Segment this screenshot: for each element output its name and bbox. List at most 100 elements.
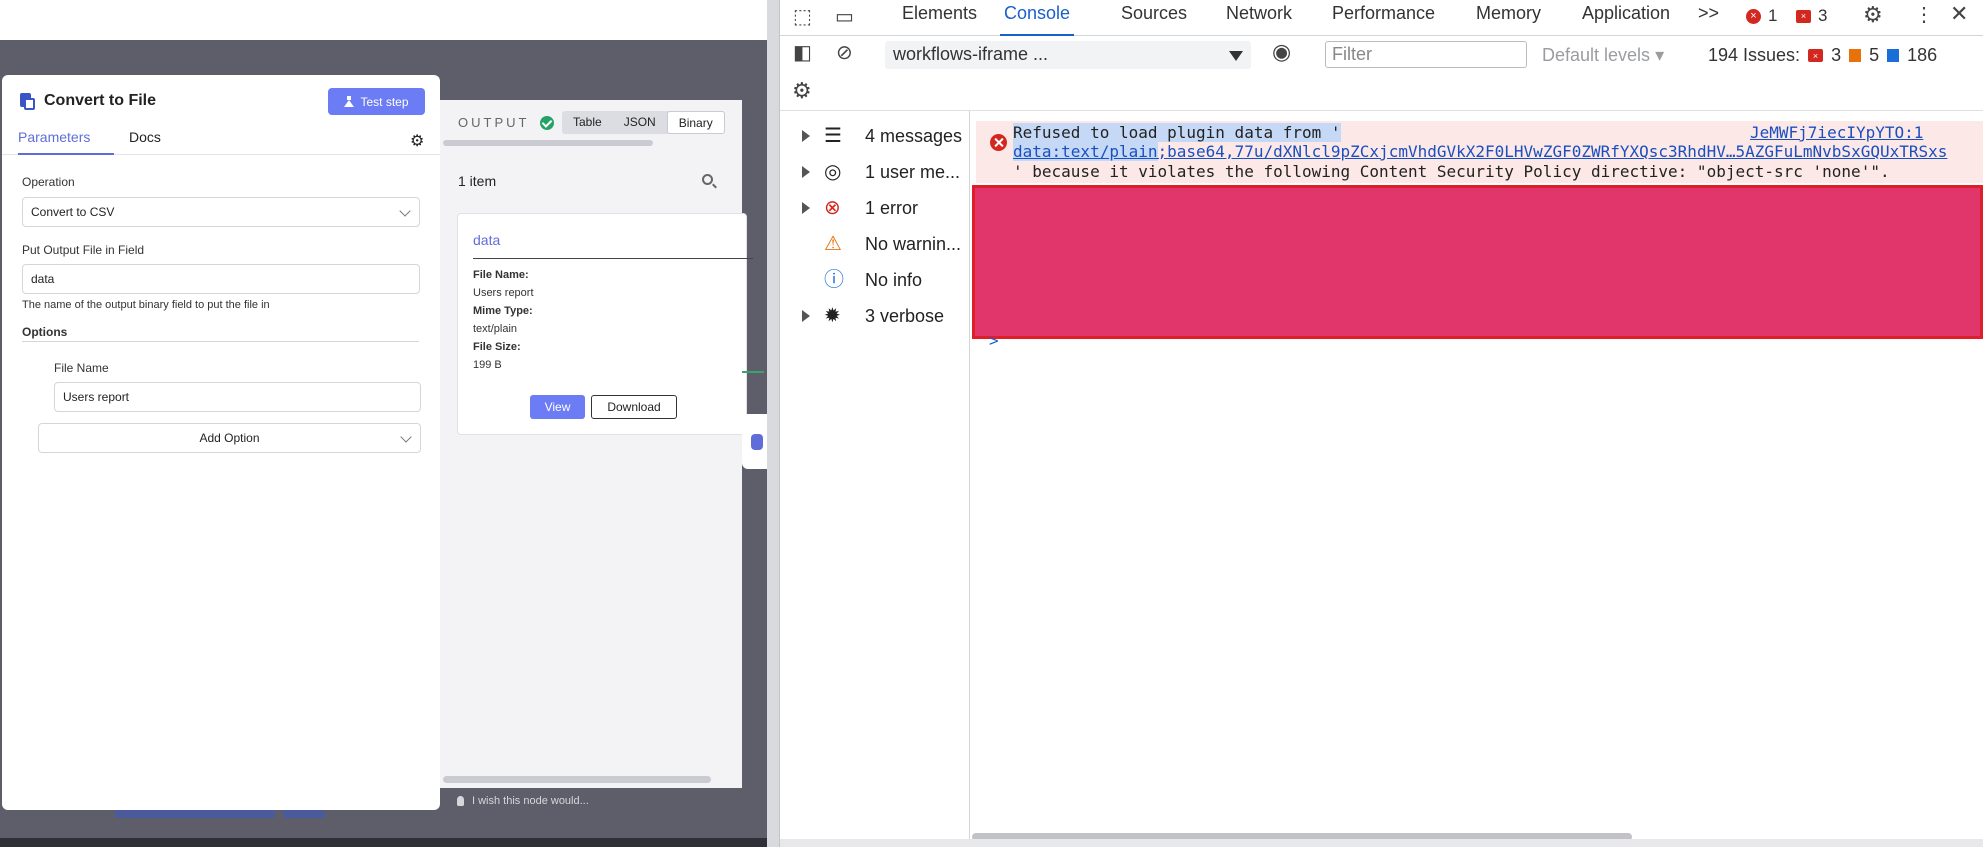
- log-levels-label: Default levels: [1542, 45, 1651, 65]
- tab-elements[interactable]: Elements: [902, 3, 977, 36]
- convert-file-icon: [18, 92, 35, 110]
- output-panel: OUTPUT Table JSON Binary 1 item data Fil…: [440, 100, 753, 788]
- console-error-message[interactable]: Refused to load plugin data from ' JeMWF…: [976, 121, 1983, 183]
- sidebar-item-info[interactable]: ⓘ No info: [780, 263, 970, 297]
- app-bottom-strip: [0, 838, 767, 847]
- file-name-input[interactable]: Users report: [54, 382, 421, 412]
- message-line-3: ' because it violates the following Cont…: [1013, 162, 1890, 181]
- binary-field-name: data: [473, 232, 501, 248]
- file-name-label: File Name: [54, 361, 109, 375]
- sidebar-item-label: 3 verbose: [865, 305, 945, 326]
- parameters-panel: Convert to File Test step Parameters Doc…: [2, 75, 440, 810]
- tab-performance[interactable]: Performance: [1332, 3, 1435, 36]
- chevron-down-icon: [400, 431, 412, 443]
- card-divider: [473, 258, 753, 259]
- error-icon: ⊗: [824, 197, 841, 219]
- kebab-menu-icon[interactable]: ⋮: [1914, 2, 1934, 27]
- options-divider: [22, 341, 419, 342]
- sidebar-item-user-messages[interactable]: ◎ 1 user me...: [780, 155, 970, 189]
- success-check-icon: [540, 116, 554, 130]
- console-settings-gear-icon[interactable]: ⚙: [792, 78, 812, 104]
- data-url-link-rest[interactable]: ;base64,77u/dXNlcl9pZCxjcmVhdGVkX2F0LHVw…: [1158, 142, 1948, 161]
- issues-errors: 3: [1831, 45, 1842, 65]
- tab-memory[interactable]: Memory: [1476, 3, 1541, 36]
- operation-label: Operation: [22, 175, 75, 189]
- filter-input[interactable]: Filter: [1325, 41, 1527, 68]
- gear-icon[interactable]: ⚙: [410, 131, 424, 151]
- clear-console-icon[interactable]: ⊘: [836, 40, 853, 65]
- devtools: ⬚ ▭ Elements Console Sources Network Per…: [780, 0, 1983, 847]
- file-size-val: 199 B: [473, 359, 502, 371]
- view-button[interactable]: View: [530, 395, 585, 419]
- file-size-key: File Size:: [473, 341, 521, 353]
- live-expression-eye-icon[interactable]: ◉: [1272, 39, 1291, 65]
- output-top-scrollbar[interactable]: [443, 140, 653, 146]
- issues-count-badge[interactable]: × 3: [1796, 6, 1827, 26]
- output-field-label: Put Output File in Field: [22, 243, 145, 257]
- error-icon: ×: [1746, 8, 1761, 24]
- info-icon: ⓘ: [824, 269, 844, 291]
- issue-error-icon: ×: [1808, 49, 1824, 62]
- tab-json[interactable]: JSON: [613, 111, 667, 134]
- close-devtools-icon[interactable]: ✕: [1950, 1, 1968, 27]
- tab-sources[interactable]: Sources: [1121, 3, 1187, 36]
- data-url-link[interactable]: data:text/plain: [1013, 142, 1158, 161]
- warning-icon: ⚠: [824, 233, 842, 255]
- screen: Convert to File Test step Parameters Doc…: [0, 0, 1983, 847]
- sidebar-item-errors[interactable]: ⊗ 1 error: [780, 191, 970, 225]
- tab-application[interactable]: Application: [1582, 3, 1670, 36]
- node-feedback[interactable]: I wish this node would...: [457, 795, 589, 807]
- inspect-element-icon[interactable]: ⬚: [793, 4, 812, 29]
- device-toolbar-icon[interactable]: ▭: [835, 4, 854, 29]
- output-view-tabs: Table JSON Binary: [562, 111, 725, 134]
- sidebar-item-warnings[interactable]: ⚠ No warnin...: [780, 227, 970, 261]
- error-count-badge[interactable]: × 1: [1746, 6, 1777, 26]
- panel-resize-handle[interactable]: [767, 0, 780, 847]
- output-horizontal-scrollbar[interactable]: [443, 776, 711, 783]
- sidebar-item-verbose[interactable]: ✹ 3 verbose: [780, 299, 970, 333]
- output-field-input[interactable]: data: [22, 264, 420, 294]
- list-icon: ☰: [824, 125, 842, 147]
- console-prompt[interactable]: >: [989, 331, 999, 350]
- add-option-button[interactable]: Add Option: [38, 423, 421, 453]
- output-label: OUTPUT: [458, 115, 530, 130]
- context-selector[interactable]: workflows-iframe ...: [885, 41, 1251, 69]
- file-name-value: Users report: [63, 390, 130, 404]
- node-connector-line: [742, 371, 764, 373]
- expand-arrow-icon: [802, 130, 810, 142]
- tab-parameters[interactable]: Parameters: [18, 129, 114, 155]
- test-step-button[interactable]: Test step: [328, 88, 425, 115]
- chat-icon: [751, 434, 763, 450]
- issue-flag-icon: ×: [1796, 9, 1811, 23]
- message-source-link[interactable]: JeMWFj7iecIYpYTO:1: [1750, 123, 1923, 142]
- more-tabs-button[interactable]: >>: [1698, 3, 1719, 36]
- sidebar-item-label: No info: [865, 269, 923, 290]
- console-output: Refused to load plugin data from ' JeMWF…: [971, 111, 1983, 847]
- download-button[interactable]: Download: [591, 395, 677, 419]
- sidebar-item-messages[interactable]: ☰ 4 messages: [780, 119, 970, 153]
- output-field-value: data: [31, 272, 55, 286]
- sidebar-item-label: 1 error: [865, 197, 919, 218]
- console-settings-bar: ⚙: [780, 73, 1983, 111]
- search-icon[interactable]: [702, 174, 713, 185]
- console-toolbar: ◧ ⊘ workflows-iframe ... ◉ Filter Defaul…: [780, 36, 1983, 73]
- side-chip[interactable]: [742, 414, 767, 469]
- tab-binary[interactable]: Binary: [666, 111, 725, 134]
- log-levels-select[interactable]: Default levels ▾: [1542, 45, 1664, 66]
- lightbulb-icon: [457, 796, 464, 806]
- issues-label: 194 Issues:: [1708, 45, 1801, 65]
- error-icon: [990, 134, 1007, 151]
- tab-table[interactable]: Table: [562, 111, 613, 134]
- issues-summary[interactable]: 194 Issues: × 3 5 186: [1708, 45, 1937, 66]
- operation-select[interactable]: Convert to CSV: [22, 197, 420, 227]
- add-option-label: Add Option: [199, 431, 260, 445]
- sidebar-toggle-icon[interactable]: ◧: [793, 40, 812, 65]
- tab-console[interactable]: Console: [1000, 3, 1075, 36]
- context-value: workflows-iframe ...: [893, 44, 1049, 64]
- message-line-2: data:text/plain;base64,77u/dXNlcl9pZCxjc…: [1013, 142, 1947, 161]
- settings-gear-icon[interactable]: ⚙: [1863, 2, 1883, 28]
- devtools-tab-bar: ⬚ ▭ Elements Console Sources Network Per…: [780, 0, 1983, 36]
- tab-network[interactable]: Network: [1226, 3, 1292, 36]
- tab-docs[interactable]: Docs: [129, 129, 161, 155]
- mime-type-key: Mime Type:: [473, 305, 533, 317]
